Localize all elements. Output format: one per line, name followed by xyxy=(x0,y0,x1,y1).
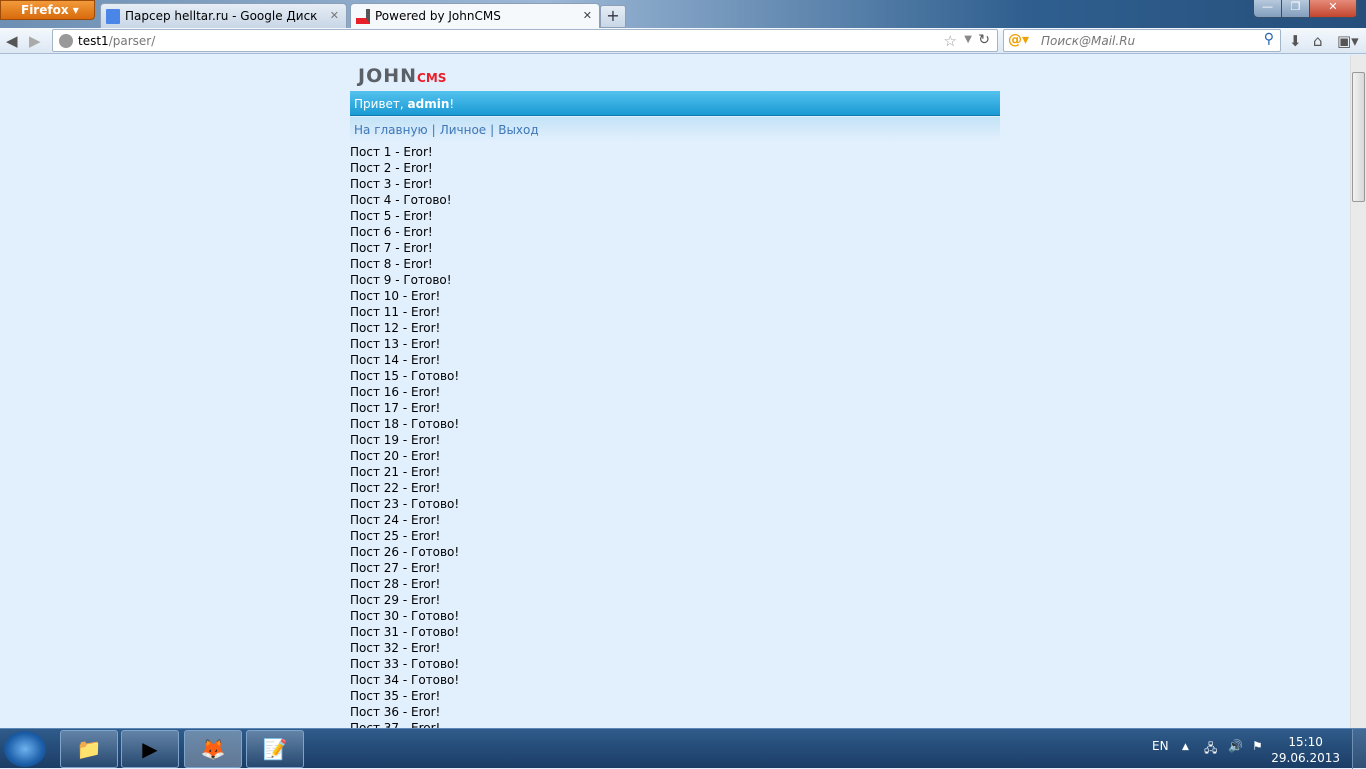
volume-icon[interactable]: 🔊 xyxy=(1228,739,1243,753)
post-status-item: Пост 10 - Eror! xyxy=(350,289,441,303)
nav-personal-link[interactable]: Личное xyxy=(440,123,486,137)
post-status-item: Пост 17 - Eror! xyxy=(350,401,441,415)
bookmarks-menu-icon[interactable]: ▣▾ xyxy=(1337,32,1359,50)
new-tab-button[interactable]: + xyxy=(600,5,626,28)
greeting-bar: Привет, admin! xyxy=(350,91,1000,116)
history-dropdown-icon[interactable]: ▼ xyxy=(964,34,972,45)
post-status-item: Пост 37 - Eror! xyxy=(350,721,441,728)
post-status-item: Пост 1 - Eror! xyxy=(350,145,433,159)
windows-start-button[interactable] xyxy=(4,731,46,767)
clock[interactable]: 15:10 29.06.2013 xyxy=(1271,734,1340,766)
window-titlebar: Firefox ▾ Парсер helltar.ru - Google Дис… xyxy=(0,0,1366,28)
post-status-item: Пост 23 - Готово! xyxy=(350,497,460,511)
mail-ru-search-icon[interactable]: @▾ xyxy=(1008,32,1029,48)
post-status-item: Пост 16 - Eror! xyxy=(350,385,441,399)
network-icon[interactable]: 🖧 xyxy=(1204,739,1217,760)
globe-icon xyxy=(59,34,73,48)
post-status-item: Пост 35 - Eror! xyxy=(350,689,441,703)
post-status-item: Пост 29 - Eror! xyxy=(350,593,441,607)
post-status-item: Пост 25 - Eror! xyxy=(350,529,441,543)
divider: | xyxy=(490,123,495,137)
post-status-item: Пост 8 - Eror! xyxy=(350,257,433,271)
tab-johncms[interactable]: Powered by JohnCMS ✕ xyxy=(350,3,600,28)
search-icon[interactable]: ⚲ xyxy=(1264,31,1274,47)
firefox-taskbar-icon[interactable]: 🦊 xyxy=(184,730,242,768)
post-status-item: Пост 21 - Eror! xyxy=(350,465,441,479)
language-indicator[interactable]: EN xyxy=(1152,739,1169,753)
page-viewport: JOHNCMS Привет, admin! На главную | Личное… xyxy=(0,55,1350,728)
close-tab-icon[interactable]: ✕ xyxy=(330,9,339,22)
home-icon[interactable]: ⌂ xyxy=(1313,32,1323,50)
action-center-flag-icon[interactable]: ⚑ xyxy=(1252,739,1263,753)
post-status-item: Пост 11 - Eror! xyxy=(350,305,441,319)
window-controls: — ❐ ✕ xyxy=(1253,0,1358,18)
show-hidden-icons-arrow[interactable]: ▲ xyxy=(1182,742,1189,752)
post-status-item: Пост 20 - Eror! xyxy=(350,449,441,463)
post-status-item: Пост 6 - Eror! xyxy=(350,225,433,239)
post-status-item: Пост 36 - Eror! xyxy=(350,705,441,719)
post-status-item: Пост 22 - Eror! xyxy=(350,481,441,495)
nav-logout-link[interactable]: Выход xyxy=(498,123,538,137)
restore-button[interactable]: ❐ xyxy=(1282,0,1310,17)
tab-google-drive[interactable]: Парсер helltar.ru - Google Диск ✕ xyxy=(100,3,347,28)
post-status-item: Пост 15 - Готово! xyxy=(350,369,460,383)
johncms-favicon xyxy=(356,9,370,24)
post-status-item: Пост 3 - Eror! xyxy=(350,177,433,191)
post-status-item: Пост 31 - Готово! xyxy=(350,625,460,639)
post-status-item: Пост 7 - Eror! xyxy=(350,241,433,255)
post-status-item: Пост 5 - Eror! xyxy=(350,209,433,223)
post-status-item: Пост 33 - Готово! xyxy=(350,657,460,671)
taskbar: 📁 ▶ 🦊 📝 EN ▲ 🖧 🔊 ⚑ 15:10 29.06.2013 xyxy=(0,728,1366,769)
url-bar[interactable]: test1/parser/ ☆ ▼ ↻ xyxy=(52,29,998,52)
post-status-item: Пост 18 - Готово! xyxy=(350,417,460,431)
nav-menu: На главную | Личное | Выход xyxy=(350,117,1000,141)
minimize-button[interactable]: — xyxy=(1254,0,1282,17)
post-status-item: Пост 14 - Eror! xyxy=(350,353,441,367)
firefox-menu-button[interactable]: Firefox ▾ xyxy=(0,0,95,20)
post-status-item: Пост 30 - Готово! xyxy=(350,609,460,623)
post-status-item: Пост 9 - Готово! xyxy=(350,273,452,287)
divider: | xyxy=(431,123,436,137)
post-status-item: Пост 24 - Eror! xyxy=(350,513,441,527)
close-tab-icon[interactable]: ✕ xyxy=(583,9,592,22)
google-docs-icon xyxy=(106,9,120,24)
show-desktop-button[interactable] xyxy=(1352,729,1366,769)
reload-icon[interactable]: ↻ xyxy=(978,32,990,48)
post-status-item: Пост 34 - Готово! xyxy=(350,673,460,687)
download-icon[interactable]: ⬇ xyxy=(1289,32,1302,50)
search-input[interactable]: @▾ Поиск@Mail.Ru ⚲ xyxy=(1003,29,1281,52)
post-status-item: Пост 32 - Eror! xyxy=(350,641,441,655)
vertical-scrollbar[interactable] xyxy=(1350,55,1366,728)
post-status-item: Пост 4 - Готово! xyxy=(350,193,452,207)
bookmark-star-icon[interactable]: ☆ xyxy=(944,32,957,50)
back-arrow-icon[interactable]: ◀ xyxy=(6,32,18,50)
post-status-item: Пост 19 - Eror! xyxy=(350,433,441,447)
post-list: Пост 1 - Eror! Пост 2 - Eror! Пост 3 - Ero… xyxy=(350,144,459,728)
navigation-toolbar: ◀ ▶ test1/parser/ ☆ ▼ ↻ @▾ Поиск@Mail.Ru… xyxy=(0,28,1366,54)
scrollbar-thumb[interactable] xyxy=(1352,72,1365,202)
post-status-item: Пост 2 - Eror! xyxy=(350,161,433,175)
post-status-item: Пост 26 - Готово! xyxy=(350,545,460,559)
media-player-taskbar-icon[interactable]: ▶ xyxy=(121,730,179,768)
close-window-button[interactable]: ✕ xyxy=(1310,0,1357,17)
johncms-logo[interactable]: JOHNCMS xyxy=(358,65,446,87)
post-status-item: Пост 12 - Eror! xyxy=(350,321,441,335)
username: admin xyxy=(407,97,450,111)
post-status-item: Пост 13 - Eror! xyxy=(350,337,441,351)
explorer-taskbar-icon[interactable]: 📁 xyxy=(60,730,118,768)
forward-arrow-icon[interactable]: ▶ xyxy=(29,32,41,50)
post-status-item: Пост 28 - Eror! xyxy=(350,577,441,591)
notepad-plus-plus-taskbar-icon[interactable]: 📝 xyxy=(246,730,304,768)
post-status-item: Пост 27 - Eror! xyxy=(350,561,441,575)
nav-home-link[interactable]: На главную xyxy=(354,123,428,137)
